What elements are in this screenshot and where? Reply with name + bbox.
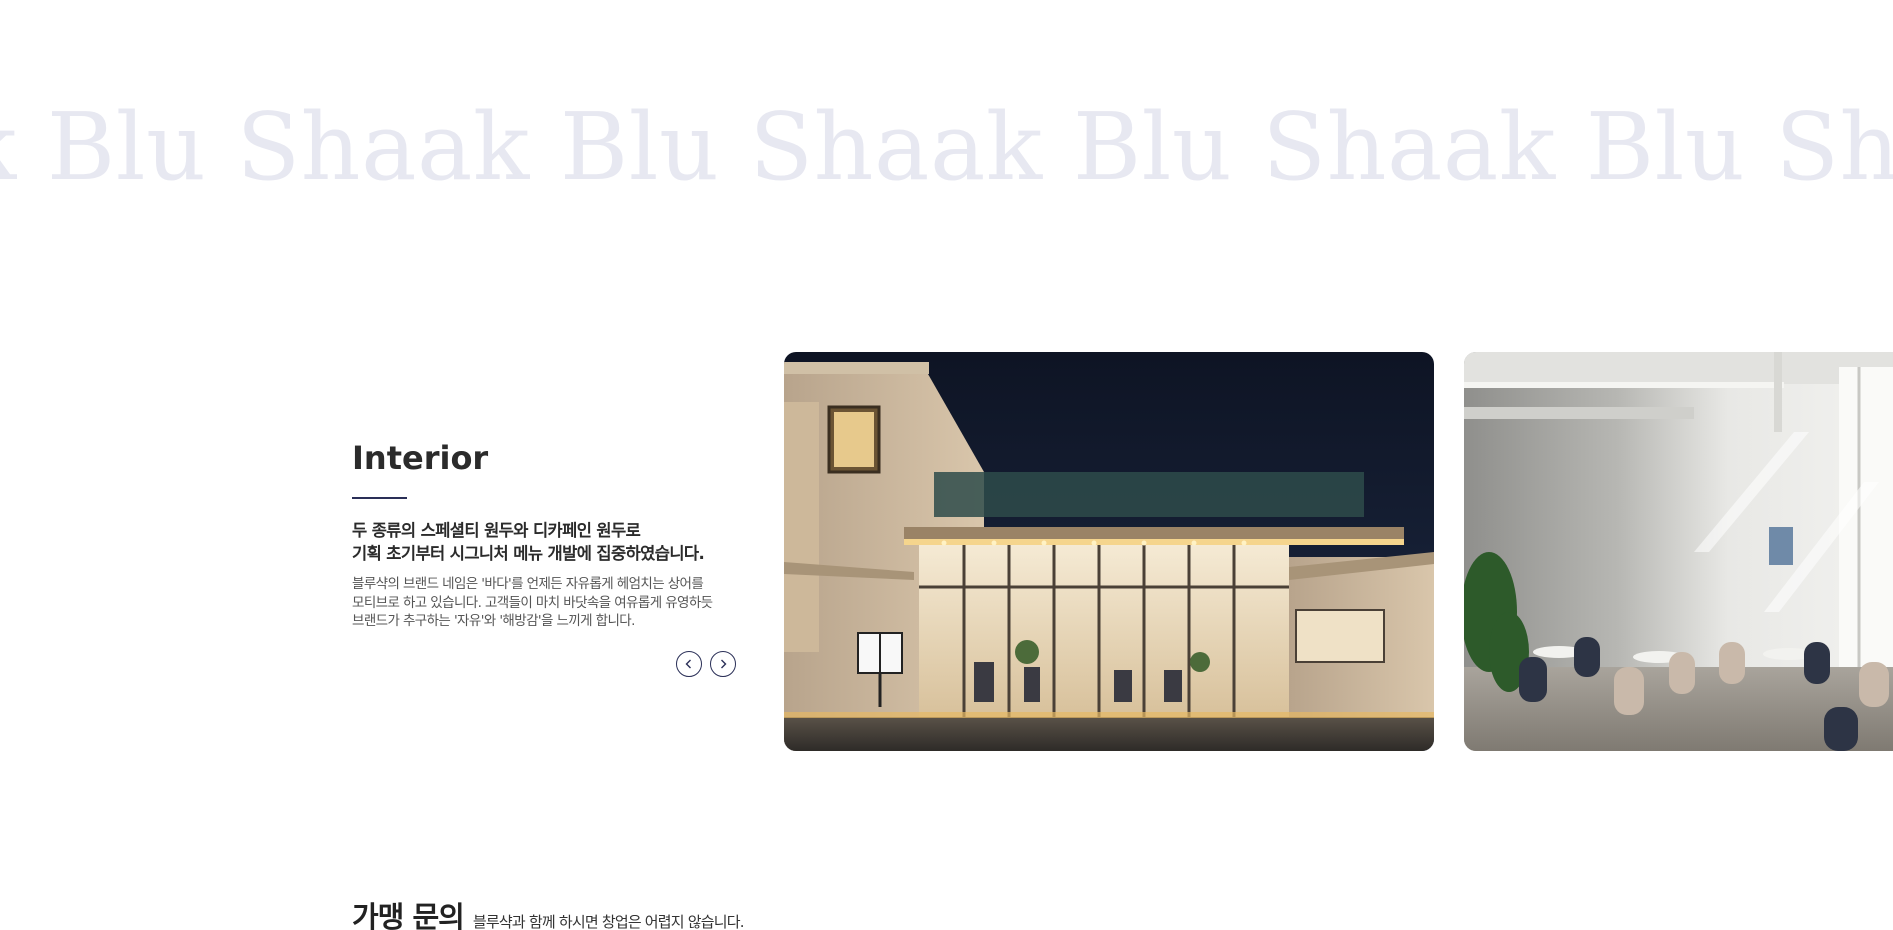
interior-image	[1464, 352, 1893, 751]
cafe-interior-seating-photo[interactable]	[1464, 352, 1893, 751]
franchise-inquiry-heading: 가맹 문의 블루샥과 함께 하시면 창업은 어렵지 않습니다.	[352, 894, 745, 930]
lead-text: 두 종류의 스페셜티 원두와 디카페인 원두로 기획 초기부터 시그니처 메뉴 …	[352, 521, 705, 563]
storefront-image	[784, 352, 1434, 751]
section-title: Interior	[352, 439, 489, 477]
chevron-right-icon	[721, 659, 727, 669]
slider-controls	[676, 651, 736, 677]
brand-marquee: k Blu Shaak Blu Shaak Blu Shaak Blu Shaa…	[0, 92, 1893, 202]
interior-section: Interior 두 종류의 스페셜티 원두와 디카페인 원두로 기획 초기부터…	[352, 436, 742, 631]
prev-slide-button[interactable]	[676, 651, 702, 677]
chevron-left-icon	[685, 659, 691, 669]
next-slide-button[interactable]	[710, 651, 736, 677]
title-divider	[352, 497, 407, 499]
inquiry-title: 가맹 문의	[352, 900, 465, 930]
description-text: 블루샥의 브랜드 네임은 '바다'를 언제든 자유롭게 헤엄치는 상어를 모티브…	[352, 576, 713, 629]
marquee-text: k Blu Shaak Blu Shaak Blu Shaak Blu Shaa…	[0, 93, 1893, 201]
page: k Blu Shaak Blu Shaak Blu Shaak Blu Shaa…	[0, 0, 1893, 930]
storefront-night-photo[interactable]	[784, 352, 1434, 751]
inquiry-subtitle: 블루샥과 함께 하시면 창업은 어렵지 않습니다.	[472, 913, 745, 930]
